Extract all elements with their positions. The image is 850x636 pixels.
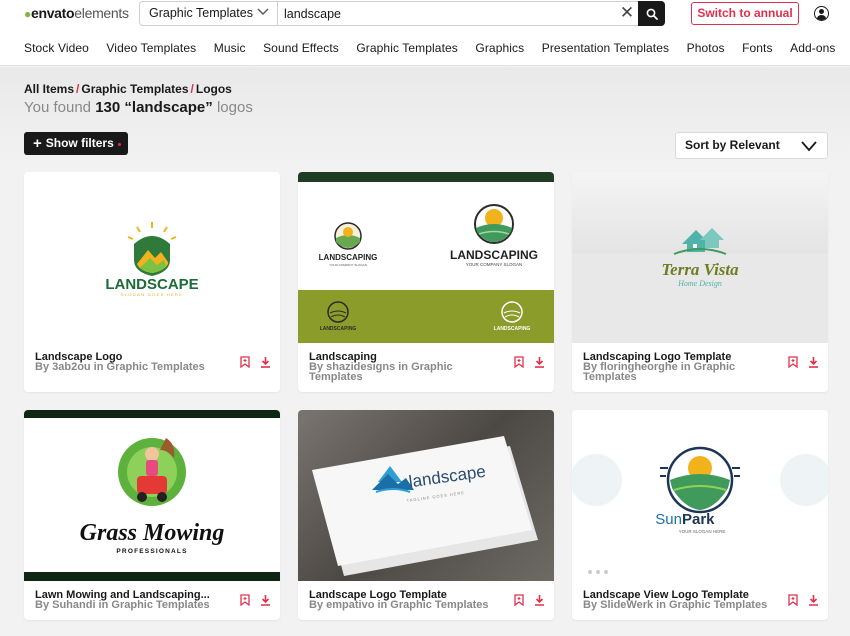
download-icon[interactable]	[808, 356, 819, 368]
svg-text:Terra Vista: Terra Vista	[661, 260, 739, 279]
filter-indicator-dot	[118, 143, 121, 146]
switch-to-annual-button[interactable]: Switch to annual	[691, 2, 799, 25]
account-icon[interactable]	[814, 6, 829, 21]
card-author: By empativo in Graphic Templates	[309, 599, 489, 611]
nav-item-photos[interactable]: Photos	[687, 41, 725, 55]
nav-item-video-templates[interactable]: Video Templates	[106, 41, 196, 55]
item-card-landscape-logo-template[interactable]: landscape TAGLINE GOES HERE Landscape Lo…	[298, 410, 554, 620]
search-input[interactable]	[284, 2, 614, 25]
svg-text:YOUR COMPANY SLOGAN: YOUR COMPANY SLOGAN	[466, 262, 523, 267]
svg-text:Home Design: Home Design	[677, 279, 722, 288]
search-icon	[646, 8, 658, 20]
download-icon[interactable]	[260, 594, 271, 606]
category-nav: Stock Video Video Templates Music Sound …	[24, 41, 836, 55]
svg-text:LANDSCAPE: LANDSCAPE	[105, 276, 198, 293]
card-thumbnail[interactable]: LANDSCAPING YOUR COMPANY SLOGAN LANDSCAP…	[298, 172, 554, 343]
sunpark-logo-thumbnail: Sun Park YOUR SLOGAN HERE	[572, 446, 828, 574]
svg-text:Sun: Sun	[655, 511, 682, 528]
card-author: By floringheorghe in Graphic Templates	[583, 361, 736, 383]
category-select[interactable]: Graphic Templates	[140, 2, 278, 25]
item-card-landscape-view-logo-template[interactable]: Sun Park YOUR SLOGAN HERE Landscape View…	[572, 410, 828, 620]
item-card-landscape-logo[interactable]: LANDSCAPE SLOGAN GOES HERE Landscape Log…	[24, 172, 280, 392]
show-filters-button[interactable]: + Show filters	[24, 132, 128, 155]
breadcrumb-graphic-templates[interactable]: Graphic Templates	[81, 82, 188, 96]
result-term: “landscape”	[124, 99, 213, 116]
svg-text:Park: Park	[682, 511, 715, 528]
category-select-value: Graphic Templates	[149, 6, 253, 20]
landscape-logo-thumbnail: LANDSCAPE SLOGAN GOES HERE	[105, 222, 199, 297]
card-thumbnail[interactable]: Sun Park YOUR SLOGAN HERE	[572, 410, 828, 581]
plus-icon: +	[33, 135, 42, 152]
nav-item-graphic-templates[interactable]: Graphic Templates	[356, 41, 458, 55]
svg-text:LANDSCAPING: LANDSCAPING	[450, 248, 538, 262]
result-count: You found 130 “landscape” logos	[24, 99, 253, 116]
breadcrumb-separator: /	[190, 82, 194, 96]
download-icon[interactable]	[808, 594, 819, 606]
svg-text:Grass Mowing: Grass Mowing	[80, 520, 225, 546]
bookmark-icon[interactable]	[788, 594, 798, 606]
grass-mowing-logo-thumbnail: Grass Mowing PROFESSIONALS	[24, 410, 280, 581]
sort-label: Sort by Relevant	[685, 138, 780, 152]
bookmark-icon[interactable]	[240, 356, 250, 368]
item-card-landscaping[interactable]: LANDSCAPING YOUR COMPANY SLOGAN LANDSCAP…	[298, 172, 554, 392]
result-number: 130	[95, 99, 121, 116]
result-prefix: You found	[24, 99, 92, 116]
logo-text-bold: envato	[30, 5, 75, 21]
breadcrumb-all-items[interactable]: All Items	[24, 82, 74, 96]
landscape-business-card-thumbnail: landscape TAGLINE GOES HERE	[312, 436, 538, 576]
card-author: By shazidesigns in Graphic Templates	[309, 361, 453, 383]
card-author: By SlideWerk in Graphic Templates	[583, 599, 768, 611]
download-icon[interactable]	[260, 356, 271, 368]
breadcrumb: All Items / Graphic Templates / Logos	[24, 82, 232, 96]
clear-search-icon[interactable]: ✕	[618, 4, 636, 22]
card-thumbnail[interactable]: Terra Vista Home Design	[572, 172, 828, 343]
nav-item-presentation-templates[interactable]: Presentation Templates	[542, 41, 669, 55]
svg-text:YOUR SLOGAN HERE: YOUR SLOGAN HERE	[679, 529, 726, 534]
card-author: By 3ab2ou in Graphic Templates	[35, 361, 205, 373]
card-thumbnail[interactable]: Grass Mowing PROFESSIONALS	[24, 410, 280, 581]
nav-item-fonts[interactable]: Fonts	[742, 41, 773, 55]
bookmark-icon[interactable]	[514, 356, 524, 368]
bookmark-icon[interactable]	[788, 356, 798, 368]
item-card-landscaping-logo-template[interactable]: Terra Vista Home Design Landscaping Logo…	[572, 172, 828, 392]
svg-text:PROFESSIONALS: PROFESSIONALS	[116, 548, 187, 555]
leaf-icon: ●	[24, 7, 31, 21]
search-bar: Graphic Templates ✕	[139, 1, 665, 26]
envato-elements-logo[interactable]: ●envatoelements	[24, 5, 129, 21]
bookmark-icon[interactable]	[240, 594, 250, 606]
svg-text:YOUR COMPANY SLOGAN: YOUR COMPANY SLOGAN	[329, 263, 367, 267]
svg-text:LANDSCAPING: LANDSCAPING	[319, 253, 378, 262]
nav-item-stock-video[interactable]: Stock Video	[24, 41, 89, 55]
download-icon[interactable]	[534, 356, 545, 368]
nav-item-sound-effects[interactable]: Sound Effects	[263, 41, 339, 55]
item-card-lawn-mowing[interactable]: Grass Mowing PROFESSIONALS Lawn Mowing a…	[24, 410, 280, 620]
breadcrumb-logos[interactable]: Logos	[196, 82, 232, 96]
svg-text:LANDSCAPING: LANDSCAPING	[320, 326, 357, 332]
svg-text:LANDSCAPING: LANDSCAPING	[494, 326, 531, 332]
card-author: By Suhandi in Graphic Templates	[35, 599, 210, 611]
download-icon[interactable]	[534, 594, 545, 606]
show-filters-label: Show filters	[45, 136, 114, 150]
sort-dropdown[interactable]: Sort by Relevant	[675, 132, 828, 159]
card-thumbnail[interactable]: LANDSCAPE SLOGAN GOES HERE	[24, 172, 280, 343]
terra-vista-logo-thumbnail: Terra Vista Home Design	[572, 228, 828, 343]
chevron-down-icon	[801, 141, 817, 152]
nav-item-add-ons[interactable]: Add-ons	[790, 41, 835, 55]
result-suffix: logos	[216, 99, 253, 116]
svg-text:SLOGAN GOES HERE: SLOGAN GOES HERE	[121, 292, 183, 297]
card-thumbnail[interactable]: landscape TAGLINE GOES HERE	[298, 410, 554, 581]
breadcrumb-separator: /	[76, 82, 80, 96]
top-bar: ●envatoelements Graphic Templates ✕ Swit…	[0, 0, 850, 66]
logo-text-light: elements	[74, 5, 129, 21]
nav-item-graphics[interactable]: Graphics	[475, 41, 524, 55]
chevron-down-icon	[257, 2, 269, 25]
nav-item-music[interactable]: Music	[214, 41, 246, 55]
landscaping-logo-thumbnail: LANDSCAPING YOUR COMPANY SLOGAN LANDSCAP…	[298, 172, 554, 343]
bookmark-icon[interactable]	[514, 594, 524, 606]
search-button[interactable]	[638, 1, 665, 26]
